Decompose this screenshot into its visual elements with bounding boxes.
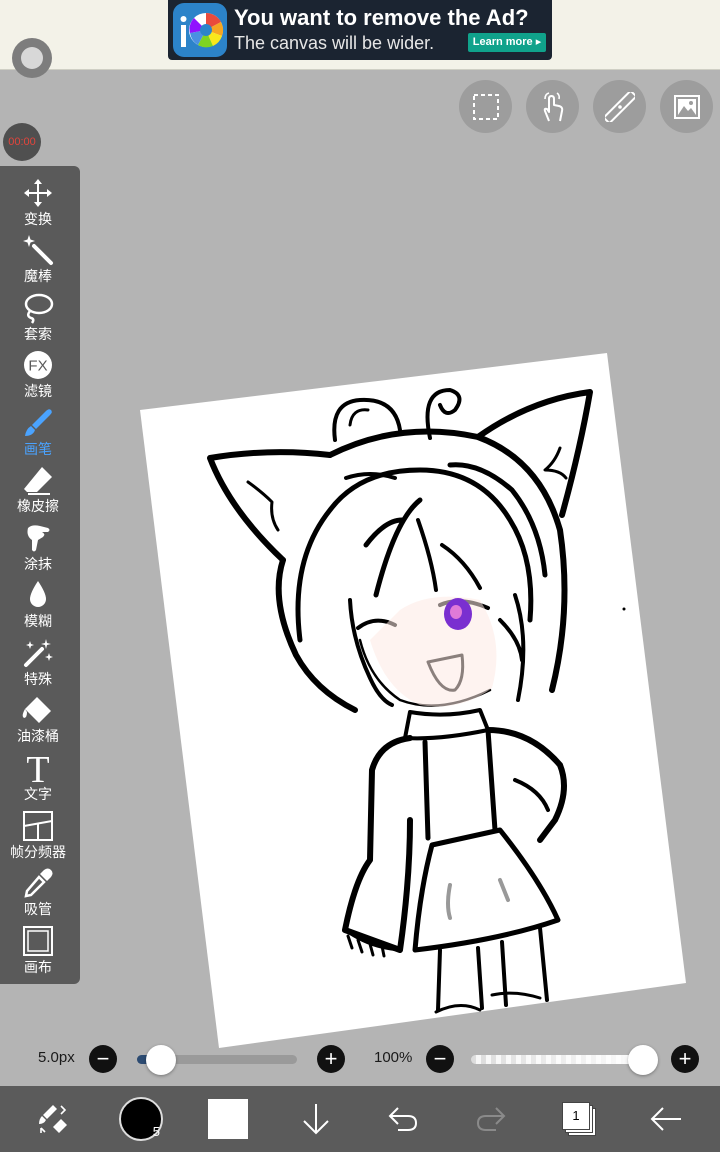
record-button[interactable] (12, 38, 52, 78)
tool-blur[interactable]: 模糊 (0, 578, 76, 635)
recording-timer[interactable]: 00:00 (3, 123, 41, 161)
brush-size-increase-button[interactable]: + (317, 1045, 345, 1073)
opacity-value: 100% (374, 1049, 413, 1066)
tool-label: 油漆桶 (17, 728, 59, 744)
download-button[interactable] (296, 1086, 336, 1152)
eyedropper-icon (18, 866, 58, 900)
tool-lasso[interactable]: 套索 (0, 291, 76, 348)
brush-icon (18, 406, 58, 440)
ad-bar: You want to remove the Ad? The canvas wi… (0, 0, 720, 70)
layer-count: 1 (562, 1102, 590, 1130)
tool-special[interactable]: 特殊 (0, 636, 76, 693)
tool-frame-divider[interactable]: 帧分频器 (0, 809, 76, 866)
lasso-icon (18, 291, 58, 325)
tool-label: 画笔 (24, 441, 52, 457)
opacity-increase-button[interactable]: + (671, 1045, 699, 1073)
bucket-icon (18, 693, 58, 727)
secondary-color-swatch (208, 1099, 248, 1139)
paper[interactable] (140, 353, 686, 1048)
eraser-icon (18, 463, 58, 497)
ibispaint-logo-icon (173, 3, 227, 57)
image-icon (673, 94, 700, 119)
ad-title: You want to remove the Ad? (234, 5, 529, 30)
redo-icon (476, 1107, 506, 1131)
bottom-toolbar: 5 1 (0, 1086, 720, 1152)
ad-banner[interactable]: You want to remove the Ad? The canvas wi… (168, 0, 552, 60)
tool-label: 涂抹 (24, 556, 52, 572)
layers-button[interactable]: 1 (558, 1086, 600, 1152)
move-arrows-icon (18, 176, 58, 210)
magic-wand-icon (18, 233, 58, 267)
tool-label: 帧分频器 (10, 844, 66, 860)
tool-label: 滤镜 (24, 383, 52, 399)
tool-label: 文字 (24, 786, 52, 802)
frame-divider-icon (18, 809, 58, 843)
selection-tool-button[interactable] (459, 80, 512, 133)
gesture-button[interactable] (526, 80, 579, 133)
layers-icon: 1 (562, 1102, 596, 1136)
tool-label: 魔棒 (24, 268, 52, 284)
canvas-icon (18, 924, 58, 958)
tool-label: 模糊 (24, 613, 52, 629)
opacity-decrease-button[interactable]: − (426, 1045, 454, 1073)
hand-touch-icon (543, 91, 563, 121)
tool-palette: 变换 魔棒 套索 FX 滤镜 画笔 橡皮擦 涂抹 模糊 特殊 油漆桶 T 文字 … (0, 166, 80, 984)
swap-tool-button[interactable] (30, 1086, 76, 1152)
tool-brush[interactable]: 画笔 (0, 406, 76, 463)
tool-label: 套索 (24, 326, 52, 342)
brush-color-swatch: 5 (119, 1097, 163, 1141)
drop-icon (18, 578, 58, 612)
undo-icon (388, 1107, 418, 1131)
tool-magic-wand[interactable]: 魔棒 (0, 233, 76, 290)
brush-size-value: 5.0px (38, 1049, 75, 1066)
redo-button[interactable] (471, 1086, 511, 1152)
tool-label: 橡皮擦 (17, 498, 59, 514)
fx-icon: FX (18, 348, 58, 382)
brush-size-slider-handle[interactable] (146, 1045, 176, 1075)
tool-canvas[interactable]: 画布 (0, 924, 76, 981)
tool-transform[interactable]: 变换 (0, 176, 76, 233)
secondary-color-button[interactable] (207, 1086, 249, 1152)
brush-eraser-swap-icon (39, 1105, 67, 1133)
ruler-button[interactable] (593, 80, 646, 133)
drawing-canvas (140, 353, 686, 1048)
tool-eyedropper[interactable]: 吸管 (0, 866, 76, 923)
smudge-icon (18, 521, 58, 555)
ruler-icon (604, 91, 635, 122)
text-icon-glyph: T (26, 751, 49, 785)
tool-label: 画布 (24, 959, 52, 975)
arrow-left-icon (650, 1107, 681, 1131)
tool-text[interactable]: T 文字 (0, 751, 76, 808)
tool-smudge[interactable]: 涂抹 (0, 521, 76, 578)
tool-label: 变换 (24, 211, 52, 227)
dashed-rect-icon (472, 93, 499, 120)
tool-filter[interactable]: FX 滤镜 (0, 348, 76, 405)
ad-subtitle: The canvas will be wider. (234, 33, 435, 53)
text-icon: T (18, 751, 58, 785)
brush-size-decrease-button[interactable]: − (89, 1045, 117, 1073)
brush-color-button[interactable]: 5 (118, 1086, 164, 1152)
tool-eraser[interactable]: 橡皮擦 (0, 463, 76, 520)
arrow-down-icon (303, 1104, 329, 1135)
brush-size-badge: 5 (152, 1124, 160, 1139)
special-brush-icon (18, 636, 58, 670)
tool-label: 吸管 (24, 901, 52, 917)
tool-bucket[interactable]: 油漆桶 (0, 693, 76, 750)
undo-button[interactable] (383, 1086, 423, 1152)
back-button[interactable] (646, 1086, 686, 1152)
tool-label: 特殊 (24, 671, 52, 687)
opacity-slider-handle[interactable] (628, 1045, 658, 1075)
reference-image-button[interactable] (660, 80, 713, 133)
fx-icon-text: FX (28, 358, 47, 375)
learn-more-button[interactable]: Learn more ▸ (468, 33, 546, 52)
